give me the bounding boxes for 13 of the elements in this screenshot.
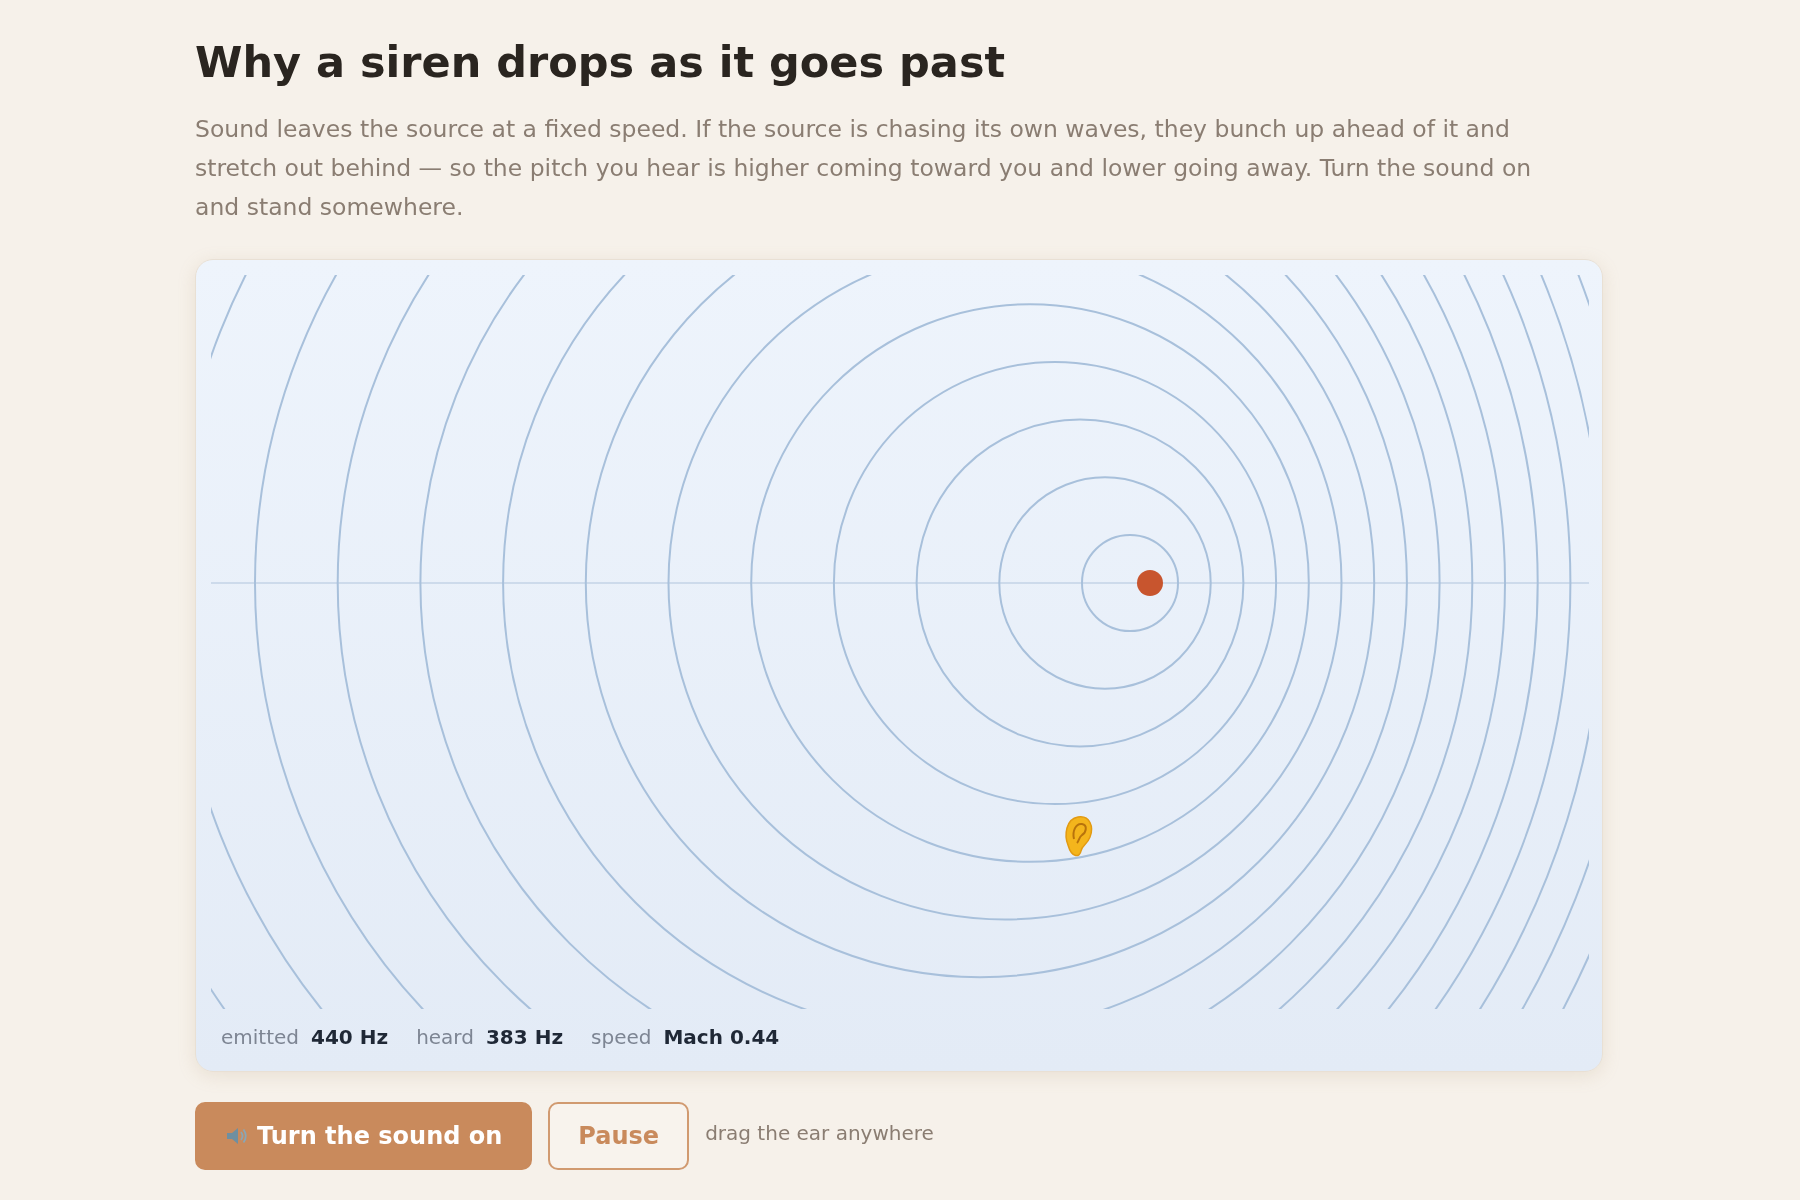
readout-value: 440 Hz xyxy=(311,1025,389,1049)
pause-button[interactable]: Pause xyxy=(548,1102,690,1170)
hint-text: drag the ear anywhere xyxy=(705,1121,934,1145)
readout-value: Mach 0.44 xyxy=(663,1025,780,1049)
page-title: Why a siren drops as it goes past xyxy=(195,36,1007,89)
ear-icon[interactable] xyxy=(1065,816,1093,857)
readout-label: heard xyxy=(416,1025,474,1049)
readout-label: emitted xyxy=(221,1025,300,1049)
readout-value: 383 Hz xyxy=(485,1025,564,1049)
intro-paragraph: Sound leaves the source at a fixed speed. If the source is chasing its own waves, they bunch up ahead of it and stretch out behind — so the pitch you hear is higher coming toward you and lower going away. Turn the sound on and stand somewhere. xyxy=(195,114,1533,223)
sound-button[interactable]: Turn the sound on xyxy=(195,1102,533,1170)
source-dot xyxy=(1137,570,1163,596)
readout-label: speed xyxy=(591,1025,652,1049)
